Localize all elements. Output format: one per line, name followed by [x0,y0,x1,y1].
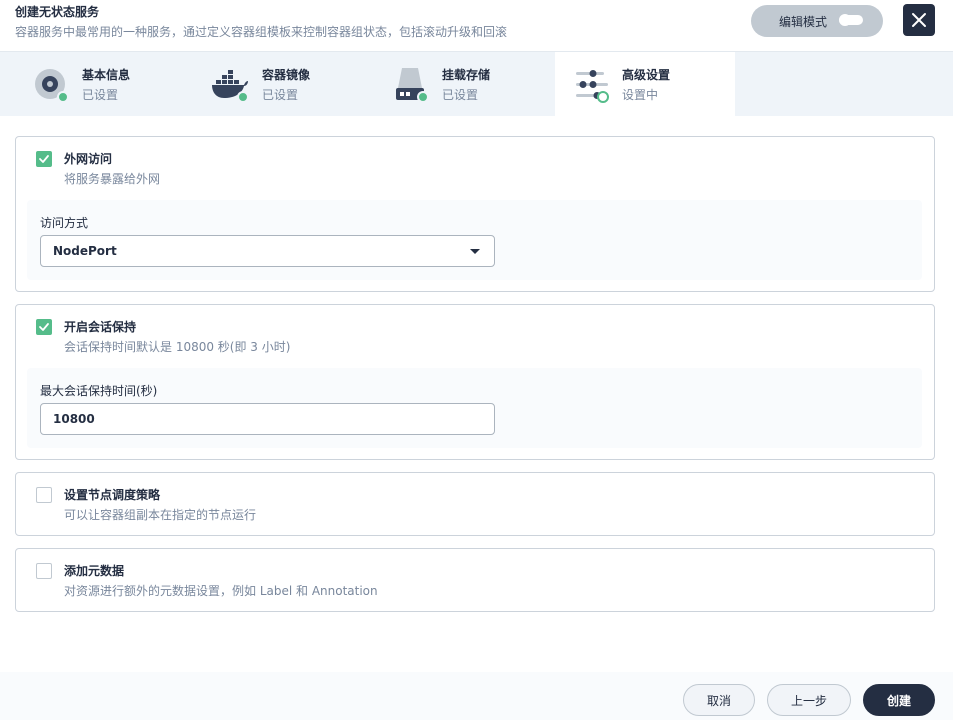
selected-value: NodePort [53,244,117,258]
node-scheduling-checkbox[interactable] [36,487,52,503]
create-button[interactable]: 创建 [863,684,935,716]
section-title: 添加元数据 [64,564,125,578]
metadata-card: 添加元数据 对资源进行额外的元数据设置，例如 Label 和 Annotatio… [15,548,935,612]
edit-mode-label: 编辑模式 [779,14,828,29]
sliders-icon [576,70,608,99]
section-title: 开启会话保持 [64,320,137,334]
step-name: 挂载存储 [442,68,491,82]
status-badge [237,91,249,103]
external-access-checkbox[interactable] [36,151,52,167]
session-affinity-checkbox[interactable] [36,319,52,335]
close-icon [912,13,926,27]
modal-footer: 取消 上一步 创建 [0,672,953,720]
section-description: 会话保持时间默认是 10800 秒(即 3 小时) [64,340,291,354]
step-name: 容器镜像 [262,68,311,82]
modal-header: 创建无状态服务 容器服务中最常用的一种服务，通过定义容器组模板来控制容器组状态，… [0,0,953,52]
modal-description: 容器服务中最常用的一种服务，通过定义容器组模板来控制容器组状态，包括滚动升级和回… [15,25,508,39]
status-badge [597,91,609,103]
step-container-image[interactable]: 容器镜像 已设置 [180,52,360,116]
field-label: 访问方式 [40,216,89,230]
step-status: 设置中 [622,88,659,102]
modal-title: 创建无状态服务 [15,5,100,19]
previous-step-button[interactable]: 上一步 [767,684,851,716]
status-badge [417,91,429,103]
step-bar: 基本信息 已设置 容器镜像 已设置 挂载存储 已设置 高级设置 设置中 [0,52,953,116]
edit-mode-toggle-button[interactable]: 编辑模式 [751,5,883,37]
node-scheduling-card: 设置节点调度策略 可以让容器组副本在指定的节点运行 [15,472,935,536]
step-status: 已设置 [262,88,299,102]
status-badge [57,91,69,103]
session-affinity-card: 开启会话保持 会话保持时间默认是 10800 秒(即 3 小时) 最大会话保持时… [15,304,935,460]
check-icon [39,323,49,331]
session-timeout-input[interactable]: 10800 [40,403,495,435]
section-description: 将服务暴露给外网 [64,172,161,186]
section-description: 可以让容器组副本在指定的节点运行 [64,508,257,522]
access-method-panel: 访问方式 NodePort [27,200,922,280]
field-label: 最大会话保持时间(秒) [40,384,158,398]
step-mount-storage[interactable]: 挂载存储 已设置 [360,52,540,116]
step-name: 基本信息 [82,68,131,82]
toggle-switch-icon [839,14,863,26]
input-value: 10800 [53,412,95,426]
access-method-select[interactable]: NodePort [40,235,495,267]
external-access-card: 外网访问 将服务暴露给外网 访问方式 NodePort [15,136,935,292]
section-description: 对资源进行额外的元数据设置，例如 Label 和 Annotation [64,584,378,598]
session-timeout-panel: 最大会话保持时间(秒) 10800 [27,368,922,448]
metadata-checkbox[interactable] [36,563,52,579]
step-basic-info[interactable]: 基本信息 已设置 [0,52,180,116]
section-title: 外网访问 [64,152,113,166]
caret-down-icon [470,249,480,254]
section-title: 设置节点调度策略 [64,488,161,502]
step-advanced-settings[interactable]: 高级设置 设置中 [555,52,735,116]
step-status: 已设置 [442,88,479,102]
step-name: 高级设置 [622,68,671,82]
check-icon [39,155,49,163]
close-button[interactable] [903,4,935,36]
cancel-button[interactable]: 取消 [683,684,755,716]
step-status: 已设置 [82,88,119,102]
